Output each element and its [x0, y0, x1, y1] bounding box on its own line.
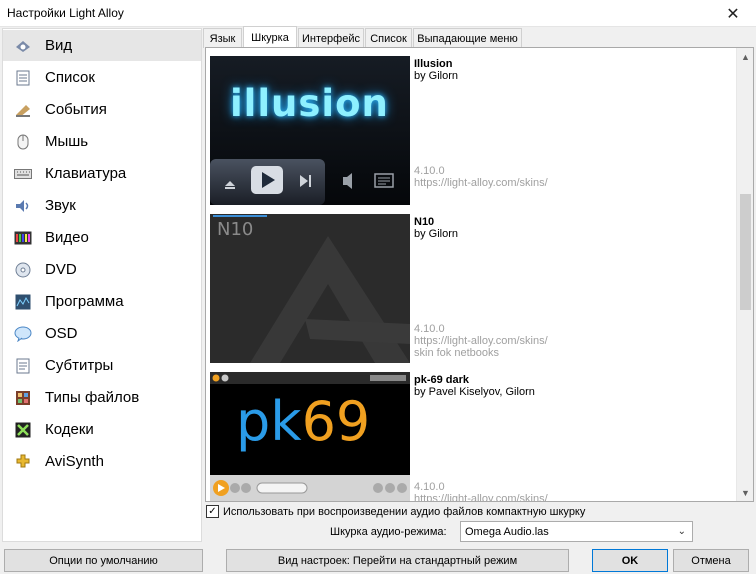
skin-author: by Pavel Kiselyov, Gilorn	[414, 386, 535, 398]
skin-note: skin fok netbooks	[414, 347, 499, 359]
view-mode-button[interactable]: Вид настроек: Перейти на стандартный реж…	[226, 549, 569, 572]
skin-name: Illusion	[414, 58, 453, 70]
list-icon	[14, 70, 32, 86]
sidebar-item-mouse[interactable]: Мышь	[3, 126, 201, 157]
compact-audio-option[interactable]: ✓ Использовать при воспроизведении аудио…	[206, 504, 585, 519]
subtitles-icon	[14, 358, 32, 374]
skin-url[interactable]: https://light-alloy.com/skins/	[414, 177, 548, 189]
skin-preview-logo: N10	[217, 219, 254, 240]
sidebar-item-label: Субтитры	[45, 357, 114, 374]
tab-list[interactable]: Список	[365, 28, 412, 48]
skin-version: 4.10.0	[414, 323, 445, 335]
skin-preview-logo: illusion	[230, 82, 389, 125]
sidebar-item-video[interactable]: Видео	[3, 222, 201, 253]
skin-name: N10	[414, 216, 435, 228]
audio-skin-select[interactable]: Omega Audio.las ⌄	[460, 521, 693, 542]
sidebar-item-filetypes[interactable]: Типы файлов	[3, 382, 201, 413]
skin-preview-n10[interactable]: N10	[210, 214, 410, 363]
sidebar-item-label: Программа	[45, 293, 124, 310]
compact-audio-checkbox[interactable]: ✓	[206, 505, 219, 518]
sidebar-item-label: Клавиатура	[45, 165, 127, 182]
tab-interface[interactable]: Интерфейс	[298, 28, 364, 48]
skin-info-illusion: Illusion by Gilorn 4.10.0 https://light-…	[414, 58, 714, 189]
sidebar-item-events[interactable]: События	[3, 94, 201, 125]
scrollbar-thumb[interactable]	[740, 194, 751, 310]
sidebar-item-label: Вид	[45, 37, 73, 54]
window-title: Настройки Light Alloy	[7, 6, 124, 20]
video-icon	[14, 230, 32, 246]
sidebar-item-view[interactable]: Вид	[3, 30, 201, 61]
defaults-button[interactable]: Опции по умолчанию	[4, 549, 203, 572]
skin-name: pk-69 dark	[414, 374, 470, 386]
cancel-button[interactable]: Отмена	[673, 549, 749, 572]
skin-version: 4.10.0	[414, 165, 445, 177]
sidebar-item-label: Видео	[45, 229, 89, 246]
program-icon	[14, 294, 32, 310]
tab-language[interactable]: Язык	[203, 28, 242, 48]
skin-version: 4.10.0	[414, 481, 445, 493]
close-icon[interactable]: ✕	[710, 0, 756, 27]
sidebar-item-osd[interactable]: OSD	[3, 318, 201, 349]
view-icon	[14, 38, 32, 54]
sidebar-item-label: Кодеки	[45, 421, 94, 438]
sidebar-item-subtitles[interactable]: Субтитры	[3, 350, 201, 381]
sidebar-item-program[interactable]: Программа	[3, 286, 201, 317]
audio-skin-label: Шкурка аудио-режима:	[330, 526, 447, 538]
sidebar-item-list[interactable]: Список	[3, 62, 201, 93]
sidebar-item-label: Звук	[45, 197, 76, 214]
skin-preview-logo-pk: pk	[236, 390, 302, 453]
chevron-down-icon: ⌄	[677, 526, 686, 537]
mouse-icon	[14, 134, 32, 150]
osd-icon	[14, 326, 32, 342]
settings-sidebar: Вид Список События Мышь Клавиатура Звук …	[2, 28, 202, 542]
sidebar-item-keyboard[interactable]: Клавиатура	[3, 158, 201, 189]
skin-url[interactable]: https://light-alloy.com/skins/	[414, 335, 548, 347]
skin-preview-logo: pk69	[236, 392, 370, 452]
sidebar-item-label: OSD	[45, 325, 78, 342]
dvd-icon	[14, 262, 32, 278]
sidebar-item-label: DVD	[45, 261, 77, 278]
speaker-icon	[14, 198, 32, 214]
sidebar-item-label: Мышь	[45, 133, 89, 150]
title-bar: Настройки Light Alloy ✕	[0, 0, 756, 27]
skin-author: by Gilorn	[414, 228, 459, 240]
sidebar-item-dvd[interactable]: DVD	[3, 254, 201, 285]
audio-skin-value: Omega Audio.las	[465, 525, 549, 538]
sidebar-item-avisynth[interactable]: AviSynth	[3, 446, 201, 477]
sidebar-item-label: Список	[45, 69, 95, 86]
compact-audio-label: Использовать при воспроизведении аудио ф…	[223, 505, 586, 518]
keyboard-icon	[14, 166, 32, 182]
skin-url[interactable]: https://light-alloy.com/skins/	[414, 493, 548, 501]
skin-preview-pk69[interactable]: pk69	[210, 372, 410, 501]
sidebar-item-label: Типы файлов	[45, 389, 140, 406]
skin-author: by Gilorn	[414, 70, 459, 82]
filetypes-icon	[14, 390, 32, 406]
sidebar-item-sound[interactable]: Звук	[3, 190, 201, 221]
tab-skin[interactable]: Шкурка	[243, 26, 297, 48]
sidebar-item-label: События	[45, 101, 107, 118]
avisynth-icon	[14, 454, 32, 470]
scroll-up-icon[interactable]: ▲	[737, 48, 753, 65]
sidebar-item-codecs[interactable]: Кодеки	[3, 414, 201, 445]
skin-preview-logo-69: 69	[301, 390, 371, 453]
sidebar-item-label: AviSynth	[45, 453, 104, 470]
skin-list-scrollbar[interactable]: ▲ ▼	[736, 48, 753, 501]
codecs-icon	[14, 422, 32, 438]
events-icon	[14, 102, 32, 118]
skin-list: illusion Illusion by Gilorn 4.10.0 https…	[205, 47, 754, 502]
skin-info-n10: N10 by Gilorn 4.10.0 https://light-alloy…	[414, 216, 714, 359]
scroll-down-icon[interactable]: ▼	[737, 484, 753, 501]
tab-dropdown-menus[interactable]: Выпадающие меню	[413, 28, 522, 48]
ok-button[interactable]: OK	[592, 549, 668, 572]
skin-preview-illusion[interactable]: illusion	[210, 56, 410, 205]
skin-info-pk69: pk-69 dark by Pavel Kiselyov, Gilorn 4.1…	[414, 374, 714, 501]
